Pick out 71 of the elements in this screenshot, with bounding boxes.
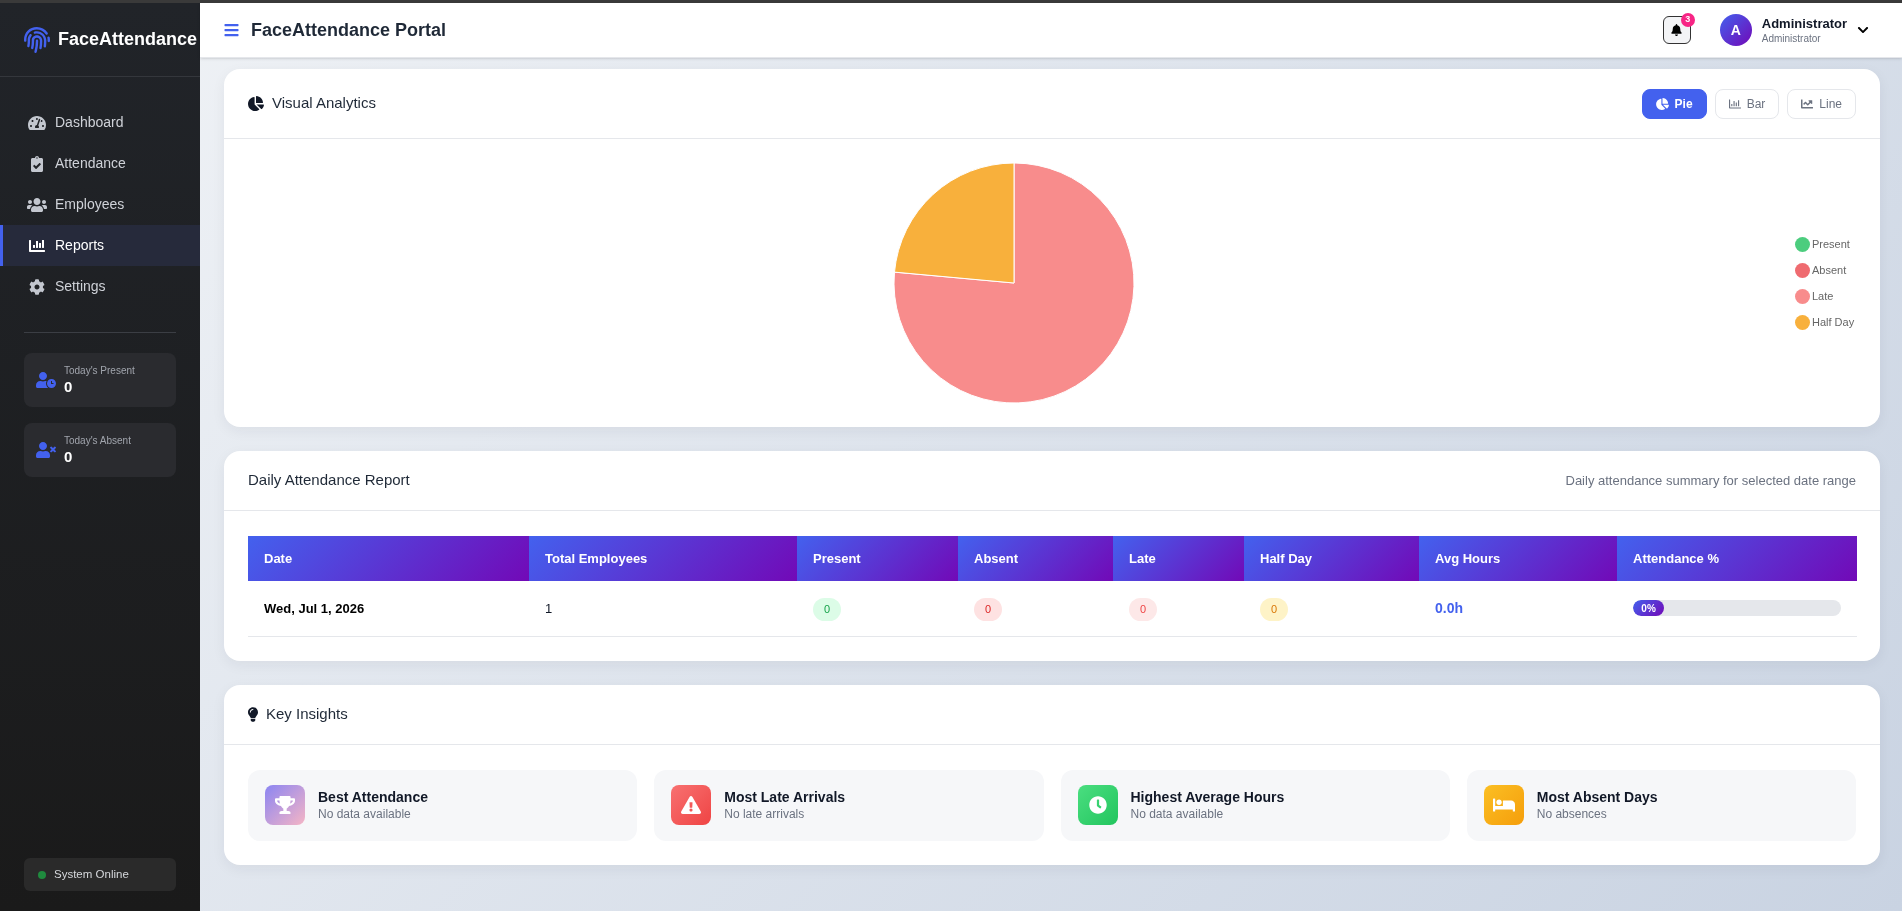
insight-text: No data available: [318, 806, 412, 822]
table-cell: 1: [529, 581, 797, 636]
chart-type-button[interactable]: Line: [1787, 88, 1856, 119]
chevron-down-icon[interactable]: [1857, 24, 1869, 36]
insight-title: Most Absent Days: [1536, 788, 1658, 806]
fingerprint-icon: [24, 26, 50, 53]
nav-item[interactable]: Dashboard: [0, 102, 200, 143]
user-clock-icon: [36, 372, 56, 388]
legend-label: Half Day: [1812, 314, 1855, 330]
nav-item[interactable]: Reports: [0, 225, 200, 266]
brand-name: FaceAttendance: [58, 28, 198, 51]
insight-title: Best Attendance: [318, 788, 428, 806]
user-name: Administrator: [1761, 15, 1847, 32]
pie-chart-icon: [248, 96, 264, 111]
nav-item[interactable]: Employees: [0, 184, 200, 225]
section-title: Daily Attendance Report: [248, 470, 410, 491]
legend-label: Present: [1812, 236, 1850, 252]
user-role: Administrator: [1761, 31, 1822, 45]
stat-value: 0: [64, 447, 74, 466]
section-title: Visual Analytics: [272, 93, 376, 114]
count-badge: 0: [1129, 597, 1157, 621]
trophy-icon: [265, 785, 305, 825]
menu-icon[interactable]: [224, 22, 239, 38]
gauge-icon: [28, 114, 46, 131]
notification-badge: 3: [1680, 13, 1695, 27]
section-subtitle: Daily attendance summary for selected date range: [1565, 471, 1856, 490]
bar-chart-icon: [1728, 97, 1741, 110]
column-header: Date: [248, 536, 529, 581]
stat-value: 0: [64, 377, 74, 396]
bell-icon: [1671, 24, 1683, 36]
nav-item[interactable]: Attendance: [0, 143, 200, 184]
table-cell: 0.0h: [1419, 581, 1617, 636]
stat-label: Today's Present: [64, 364, 135, 377]
count-badge: 0: [1260, 597, 1288, 621]
insight-text: No late arrivals: [724, 806, 806, 822]
column-header: Total Employees: [529, 536, 797, 581]
bed-icon: [1483, 785, 1524, 825]
insight-title: Highest Average Hours: [1130, 788, 1285, 806]
user-cross-icon: [36, 442, 56, 458]
column-header: Present: [797, 536, 958, 581]
chart-type-button[interactable]: Bar: [1714, 88, 1780, 119]
clock-icon: [1077, 785, 1118, 825]
progress-label: 0%: [1641, 601, 1656, 616]
user-avatar[interactable]: A: [1719, 14, 1752, 46]
count-badge: 0: [813, 597, 841, 621]
insight-title: Most Late Arrivals: [724, 788, 846, 806]
chart-type-button[interactable]: Pie: [1641, 88, 1707, 119]
column-header: Absent: [958, 536, 1113, 581]
status-label: System Online: [54, 866, 129, 882]
line-chart-icon: [1801, 97, 1814, 110]
count-badge: 0: [974, 597, 1002, 621]
users-icon: [27, 196, 47, 213]
column-header: Late: [1113, 536, 1244, 581]
settings-icon: [29, 278, 45, 295]
nav-item[interactable]: Settings: [0, 266, 200, 307]
legend-label: Late: [1812, 288, 1834, 304]
lightbulb-icon: [248, 706, 258, 722]
section-title: Key Insights: [266, 703, 348, 724]
stat-label: Today's Absent: [64, 434, 131, 447]
insight-text: No absences: [1536, 806, 1608, 822]
column-header: Avg Hours: [1419, 536, 1617, 581]
pie-chart-icon: [1655, 97, 1669, 110]
page-title: FaceAttendance Portal: [251, 18, 447, 42]
column-header: Half Day: [1244, 536, 1419, 581]
insight-text: No data available: [1130, 806, 1225, 822]
column-header: Attendance %: [1617, 536, 1857, 581]
legend-label: Absent: [1812, 262, 1847, 278]
clipboard-check-icon: [31, 155, 43, 172]
bar-chart-icon: [29, 237, 45, 254]
table-cell: Wed, Jul 1, 2026: [248, 581, 529, 636]
warning-icon: [671, 785, 712, 825]
